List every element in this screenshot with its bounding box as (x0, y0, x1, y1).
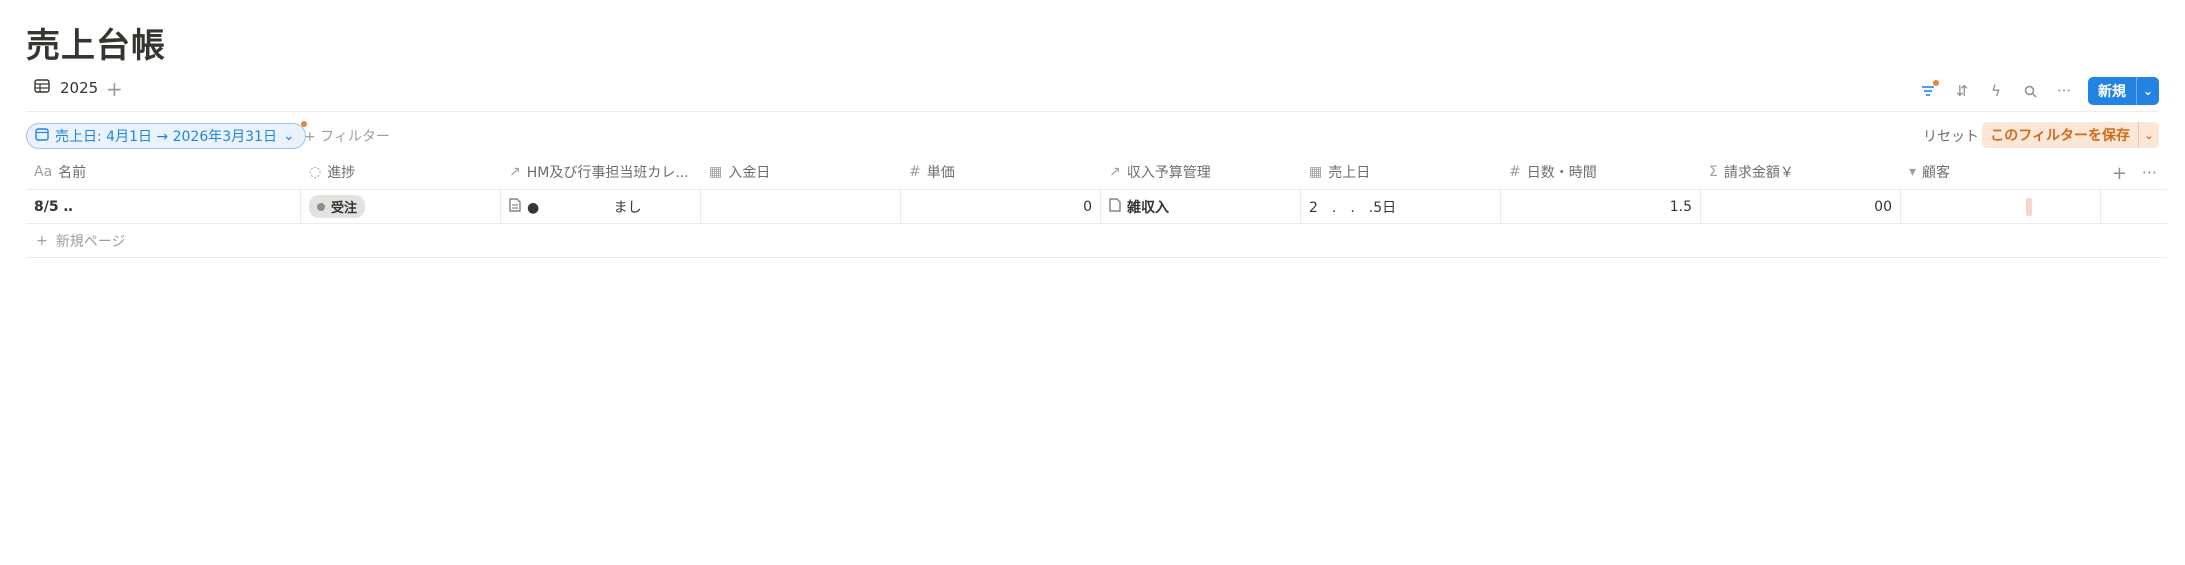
cell-unit-price[interactable]: 0 (901, 190, 1101, 223)
table-header-row: Aa 名前 ◌ 進捗 ↗ HM及び行事担当班カレ... ▦ 入金日 # 単価 ↗ 収入予算管… (26, 155, 2167, 190)
search-icon[interactable] (2020, 81, 2040, 101)
calendar-icon (35, 127, 49, 145)
relation-arrow-icon: ↗ (1109, 164, 1121, 180)
save-filter-button[interactable]: このフィルターを保存 ⌄ (1982, 122, 2159, 148)
cell-days-hours[interactable]: 1.5 (1501, 190, 1701, 223)
select-property-icon: ▾ (1909, 164, 1917, 180)
column-header-name[interactable]: Aa 名前 (26, 155, 301, 189)
filter-icon[interactable] (1918, 80, 1939, 101)
column-header-sales-date[interactable]: ▦ 売上日 (1301, 155, 1501, 189)
save-filter-label[interactable]: このフィルターを保存 (1982, 122, 2139, 148)
relation-page-title: ● まし (527, 199, 642, 216)
status-badge: 受注 (309, 195, 366, 218)
column-label: 単価 (926, 165, 955, 181)
add-column-button[interactable]: + (2112, 163, 2127, 184)
sort-icon[interactable]: ⇵ (1952, 81, 1972, 101)
column-header-unit-price[interactable]: # 単価 (901, 155, 1101, 189)
cell-invoice-amount[interactable]: 00 (1701, 190, 1901, 223)
more-options-icon[interactable]: ··· (2054, 81, 2074, 101)
column-label: 進捗 (327, 165, 356, 181)
table-row[interactable]: 8/5 ‥ 受注 ● まし 0 雑収入 2 . . .5日 1.5 00 (26, 190, 2167, 224)
column-label: 日数・時間 (1526, 165, 1597, 181)
cell-name[interactable]: 8/5 ‥ (26, 190, 301, 223)
plus-icon: + (36, 232, 48, 249)
page-document-icon (1109, 197, 1121, 216)
filter-active-dot (1933, 80, 1939, 86)
view-tab-2025[interactable]: 2025 (34, 79, 98, 97)
number-property-icon: # (1509, 164, 1521, 180)
database-table: Aa 名前 ◌ 進捗 ↗ HM及び行事担当班カレ... ▦ 入金日 # 単価 ↗ 収入予算管… (26, 155, 2167, 258)
automation-lightning-icon[interactable]: ϟ (1986, 81, 2006, 101)
column-label: HM及び行事担当班カレ... (526, 165, 689, 181)
new-page-label: 新規ページ (55, 233, 126, 250)
column-header-invoice-amount[interactable]: Σ 請求金額￥ (1701, 155, 1901, 189)
cell-budget[interactable]: 雑収入 (1101, 190, 1301, 223)
status-property-icon: ◌ (309, 164, 322, 180)
new-button-label[interactable]: 新規 (2088, 77, 2137, 105)
page-title: 売上台帳 (26, 26, 166, 66)
column-label: 収入予算管理 (1126, 165, 1211, 181)
cell-hm-relation[interactable]: ● まし (501, 190, 701, 223)
column-header-budget[interactable]: ↗ 収入予算管理 (1101, 155, 1301, 189)
view-tabs-bar: 2025 + ⇵ ϟ ··· 新規 ⌄ (26, 75, 2159, 112)
table-icon (34, 79, 50, 97)
add-filter-button[interactable]: + フィルター (304, 126, 390, 146)
date-property-icon: ▦ (709, 164, 723, 180)
view-tab-label: 2025 (60, 79, 99, 97)
cell-status[interactable]: 受注 (301, 190, 501, 223)
chevron-down-icon[interactable]: ⌄ (2139, 122, 2159, 148)
more-options-icon[interactable]: ··· (2142, 163, 2157, 182)
column-header-status[interactable]: ◌ 進捗 (301, 155, 501, 189)
database-page: 売上台帳 2025 + ⇵ ϟ ··· 新規 ⌄ 売上日: 4月1日 → 202… (0, 0, 2185, 565)
chevron-down-icon[interactable]: ⌄ (2137, 77, 2159, 105)
cell-payment-date[interactable] (701, 190, 901, 223)
text-property-icon: Aa (34, 164, 53, 180)
new-button[interactable]: 新規 ⌄ (2088, 77, 2159, 105)
relation-arrow-icon: ↗ (509, 164, 521, 180)
status-dot-icon (317, 202, 325, 211)
page-document-icon (509, 197, 521, 216)
cell-customer[interactable] (1901, 190, 2101, 223)
customer-tag (2026, 197, 2032, 216)
column-label: 請求金額￥ (1723, 165, 1794, 181)
filter-chip-label: 売上日: 4月1日 → 2026年3月31日 (55, 129, 277, 145)
column-header-hm-relation[interactable]: ↗ HM及び行事担当班カレ... (501, 155, 701, 189)
column-label: 名前 (58, 165, 87, 181)
date-property-icon: ▦ (1309, 164, 1323, 180)
chevron-down-icon: ⌄ (282, 128, 295, 144)
column-header-days-hours[interactable]: # 日数・時間 (1501, 155, 1701, 189)
budget-page-title: 雑収入 (1127, 199, 1169, 216)
column-header-customer[interactable]: ▾ 顧客 (1901, 155, 2101, 189)
number-property-icon: # (909, 164, 921, 180)
reset-filters-button[interactable]: リセット (1923, 126, 1979, 146)
column-label: 顧客 (1922, 165, 1951, 181)
cell-sales-date[interactable]: 2 . . .5日 (1301, 190, 1501, 223)
column-label: 売上日 (1328, 165, 1371, 181)
column-header-payment-date[interactable]: ▦ 入金日 (701, 155, 901, 189)
status-label: 受注 (331, 201, 358, 216)
sales-date-filter-chip[interactable]: 売上日: 4月1日 → 2026年3月31日 ⌄ (26, 121, 307, 149)
add-view-button[interactable]: + (106, 77, 123, 101)
database-toolbar: ⇵ ϟ ··· 新規 ⌄ (1918, 77, 2159, 105)
new-page-button[interactable]: + 新規ページ (26, 224, 2167, 258)
filter-bar: 売上日: 4月1日 → 2026年3月31日 ⌄ + フィルター リセット この… (26, 121, 2159, 149)
column-label: 入金日 (728, 165, 771, 181)
formula-sigma-icon: Σ (1709, 164, 1718, 180)
